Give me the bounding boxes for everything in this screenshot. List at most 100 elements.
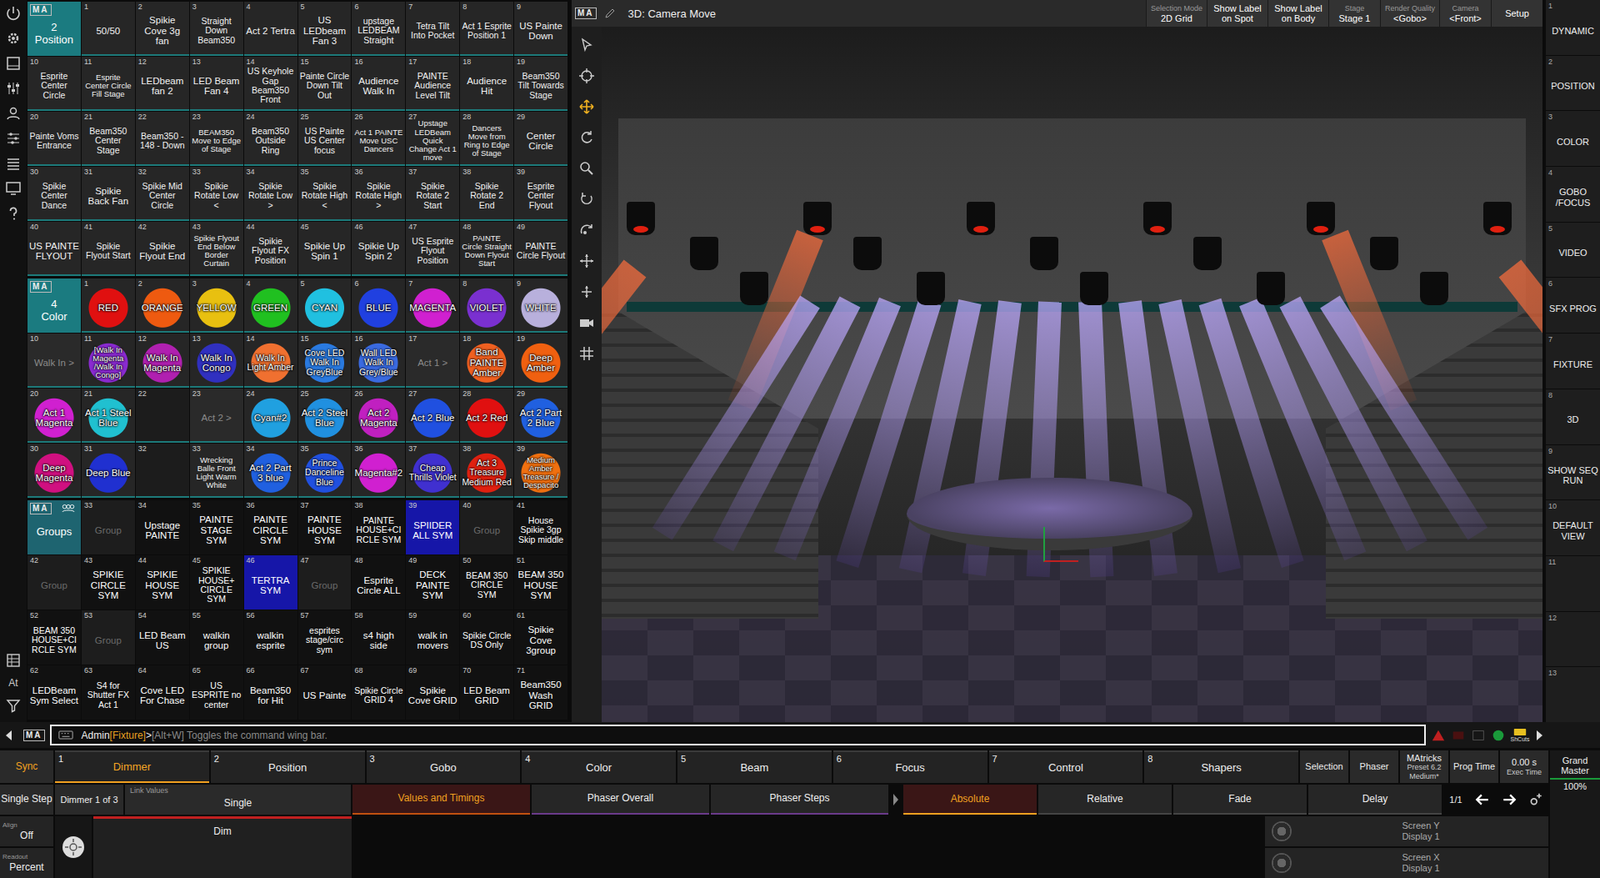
zoom-icon[interactable] xyxy=(578,160,595,177)
pool-tile[interactable]: 22 Beam350 - 148 - Down xyxy=(135,111,190,166)
pool-tile[interactable]: 29 Center Circle xyxy=(514,111,568,166)
pool-tile[interactable]: 13 LED Beam Fan 4 xyxy=(190,56,244,111)
monitor-icon[interactable] xyxy=(5,180,22,197)
roll-icon[interactable] xyxy=(578,221,595,239)
pool-tile[interactable]: 8 Act 1 Esprite Position 1 xyxy=(460,1,514,56)
pool-tile[interactable]: 37 Cheap Thrills Violet xyxy=(405,443,460,498)
pool-tile[interactable]: 33 Wrecking Balle Front Light Warm White xyxy=(190,443,244,498)
fixture[interactable] xyxy=(916,271,945,305)
pool-tile[interactable]: 41 House Spikie 3gp Skip middle xyxy=(514,500,568,555)
pool-tile[interactable]: 56 walkin esprite xyxy=(244,610,298,665)
view-button[interactable]: 1 DYNAMIC xyxy=(1545,0,1600,55)
fixture[interactable] xyxy=(626,201,655,235)
view-button[interactable]: 12 xyxy=(1545,611,1600,667)
pool-tile[interactable]: 19 Beam350 Tilt Towards Stage xyxy=(514,56,568,111)
fixture[interactable] xyxy=(966,201,995,235)
preset-type-tab[interactable]: 7 Control xyxy=(989,750,1144,783)
fixture[interactable] xyxy=(803,201,832,235)
pool-tile[interactable]: 21 Beam350 Center Stage xyxy=(81,111,135,166)
preset-type-tab[interactable]: 3 Gobo xyxy=(366,750,521,783)
viewer-control[interactable]: Selection Mode 2D Grid xyxy=(1145,0,1207,27)
pool-tile[interactable]: 9 WHITE xyxy=(514,278,568,333)
pool-tile[interactable]: 40 US PAINTE FLYOUT xyxy=(27,221,81,276)
link-values[interactable]: Link Values Single xyxy=(125,784,351,815)
pool-tile[interactable]: 31 Spikie Back Fan xyxy=(81,166,135,221)
pool-tile[interactable]: 16 Wall LED Walk In Grey/Blue xyxy=(351,333,405,388)
pool-tile[interactable]: 12 LEDbeam fan 2 xyxy=(135,56,190,111)
view-button[interactable]: 13 xyxy=(1545,666,1600,722)
pool-tile[interactable]: 65 US ESPRITE no center xyxy=(190,665,244,720)
pool-tile[interactable]: 39 Esprite Center Flyout xyxy=(514,166,568,221)
pool-tile[interactable]: 45 Spikie Up Spin 1 xyxy=(298,221,352,276)
fixture[interactable] xyxy=(1370,236,1399,270)
command-input[interactable]: Admin[Fixture]> [Alt+W] Toggles the comm… xyxy=(50,724,1426,745)
pool-tile[interactable]: 29 Act 2 Part 2 Blue xyxy=(514,388,568,443)
pool-tile[interactable]: 12 Walk In Magenta xyxy=(135,333,190,388)
pool-tile[interactable]: 4 Act 2 Tertra xyxy=(244,1,298,56)
preset-type-tab[interactable]: 2 Position xyxy=(210,750,365,783)
pool-tile[interactable]: 3 Straight Down Beam350 xyxy=(190,1,244,56)
shortcuts-button[interactable]: ShCuts xyxy=(1510,727,1530,743)
pool-tile[interactable]: 15 Painte Circle Down Tilt Out xyxy=(298,56,352,111)
preset-type-tab[interactable]: 5 Beam xyxy=(677,750,832,783)
list-icon[interactable] xyxy=(5,155,22,172)
pool-tile[interactable]: 48 PAINTE Circle Straight Down Flyout St… xyxy=(460,221,514,276)
align-button[interactable]: Align Off xyxy=(0,815,54,846)
pool-tile[interactable]: 45 SPIKIE HOUSE+ CIRCLE SYM xyxy=(190,555,244,610)
pool-tile[interactable]: 33 Spikie Rotate Low < xyxy=(190,166,244,221)
keyboard-icon[interactable] xyxy=(58,730,74,740)
pool-tile[interactable]: 28 Act 2 Red xyxy=(460,388,514,443)
window-icon[interactable] xyxy=(5,55,22,72)
pool-tile[interactable]: 25 US Painte US Center focus xyxy=(298,111,352,166)
pool-tile[interactable]: 59 walk in movers xyxy=(405,610,460,665)
pool-tile[interactable]: 37 Spikie Rotate 2 Start xyxy=(405,166,460,221)
fixture[interactable] xyxy=(1256,271,1285,305)
next-arrow-icon[interactable] xyxy=(1499,791,1520,807)
pool-tile[interactable]: 35 PAINTE STAGE SYM xyxy=(190,500,244,555)
pool-tile[interactable]: 14 Walk In Light Amber xyxy=(244,333,298,388)
pool-tile[interactable]: 61 Spikie Cove 3group xyxy=(514,610,568,665)
pool-tile[interactable]: 67 US Painte xyxy=(298,665,352,720)
pool-tile[interactable]: 32 xyxy=(135,443,190,498)
pool-tile[interactable]: 36 Spikie Rotate High > xyxy=(351,166,405,221)
preset-type-tab[interactable]: 8 Shapers xyxy=(1144,750,1299,783)
pool-tile[interactable]: 27 Act 2 Blue xyxy=(405,388,460,443)
pool-tile[interactable]: 66 Beam350 for Hit xyxy=(244,665,298,720)
sliders-icon[interactable] xyxy=(5,130,22,147)
rotate-icon[interactable] xyxy=(578,129,595,146)
faders-icon[interactable] xyxy=(5,80,22,97)
pool-tile[interactable]: 35 Prince Danceline Blue xyxy=(298,443,352,498)
value-mode[interactable]: Absolute xyxy=(903,784,1037,815)
pool-tile[interactable]: 37 PAINTE HOUSE SYM xyxy=(298,500,352,555)
pool-tile[interactable]: 60 Spikie Circle DS Only xyxy=(460,610,514,665)
pool-tile[interactable]: 47 Group xyxy=(298,555,352,610)
pool-tile[interactable]: 24 Cyan#2 xyxy=(244,388,298,443)
pool-tile[interactable]: 49 DECK PAINTE SYM xyxy=(405,555,460,610)
pool-tile[interactable]: 35 Spikie Rotate High < xyxy=(298,166,352,221)
pool-tile[interactable]: 33 Group xyxy=(81,500,135,555)
pool-tile[interactable]: 57 esprites stage/circ sym xyxy=(298,610,352,665)
pool-tile[interactable]: 15 Cove LED Walk In GreyBlue xyxy=(298,333,352,388)
at-button[interactable]: At xyxy=(8,676,18,689)
pool-tile[interactable]: 42 Group xyxy=(27,555,81,610)
pool-tile[interactable]: 40 Group xyxy=(460,500,514,555)
view-button[interactable]: 11 xyxy=(1545,555,1600,611)
pool-tile[interactable]: 18 Audience Hit xyxy=(460,56,514,111)
pool-title[interactable]: MA 2 Position xyxy=(27,1,81,56)
pool-tile[interactable]: 23 Act 2 > xyxy=(190,388,244,443)
pool-tile[interactable]: 49 PAINTE Circle Flyout xyxy=(514,221,568,276)
preset-bar-button[interactable]: Phaser xyxy=(1350,750,1399,783)
pool-tile[interactable]: 44 SPIKIE HOUSE SYM xyxy=(135,555,190,610)
pool-tile[interactable]: 34 Spikie Rotate Low > xyxy=(244,166,298,221)
pool-tile[interactable]: 46 TERTRA SYM xyxy=(244,555,298,610)
pool-tile[interactable]: 8 VIOLET xyxy=(460,278,514,333)
pan-icon[interactable] xyxy=(578,252,595,270)
pool-tile[interactable]: 48 Esprite Circle ALL xyxy=(351,555,405,610)
fixture[interactable] xyxy=(740,271,769,305)
pool-tile[interactable]: 54 LED Beam US xyxy=(135,610,190,665)
pool-tile[interactable]: 30 Spikie Center Dance xyxy=(27,166,81,221)
viewer-control[interactable]: Stage Stage 1 xyxy=(1328,0,1380,27)
pool-tile[interactable]: 43 SPIKIE CIRCLE SYM xyxy=(81,555,135,610)
view-button[interactable]: 9 SHOW SEQ RUN xyxy=(1545,445,1600,500)
viewer-control[interactable]: Render Quality <Gobo> xyxy=(1380,0,1440,27)
